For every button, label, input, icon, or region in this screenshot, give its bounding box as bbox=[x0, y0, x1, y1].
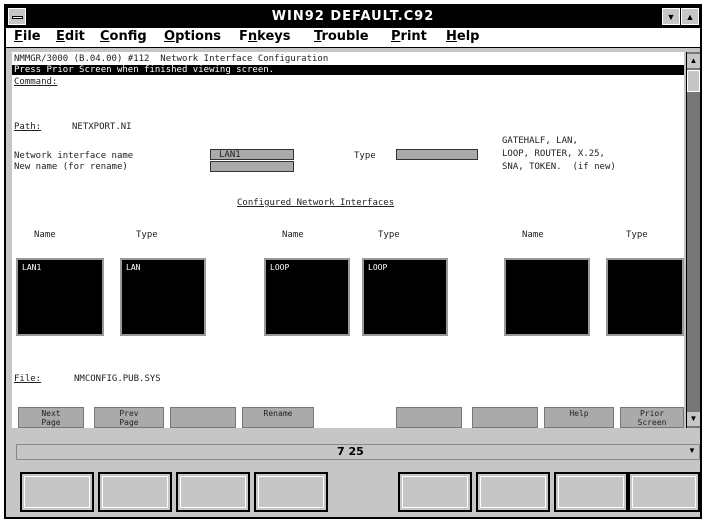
minimize-icon: ▼ bbox=[666, 12, 676, 22]
configured-heading: Configured Network Interfaces bbox=[237, 198, 395, 208]
application-window: WIN92 DEFAULT.C92 ▼ ▲ File Edit Config O… bbox=[4, 4, 702, 519]
file-label: File: bbox=[14, 374, 42, 384]
bottom-key-6[interactable] bbox=[476, 472, 550, 512]
help-key[interactable]: Help bbox=[544, 407, 614, 428]
scroll-thumb[interactable] bbox=[687, 70, 700, 92]
new-name-field[interactable] bbox=[210, 161, 294, 172]
cursor-position: 7 25 bbox=[337, 445, 364, 458]
ni-name-label: Network interface name bbox=[14, 151, 134, 161]
col-type-1: Type bbox=[136, 230, 158, 240]
menu-trouble[interactable]: Trouble bbox=[314, 29, 369, 44]
status-dropdown-icon[interactable]: ▼ bbox=[685, 446, 699, 458]
maximize-button[interactable]: ▲ bbox=[681, 8, 699, 25]
menu-options[interactable]: Options bbox=[164, 29, 221, 44]
bottom-key-5[interactable] bbox=[398, 472, 472, 512]
menu-file[interactable]: File bbox=[14, 29, 41, 44]
bottom-key-2[interactable] bbox=[98, 472, 172, 512]
name-list-1[interactable]: LAN1 bbox=[16, 258, 104, 336]
bottom-key-3[interactable] bbox=[176, 472, 250, 512]
list-item-type-1[interactable]: LAN bbox=[126, 263, 140, 272]
type-list-1[interactable]: LAN bbox=[120, 258, 206, 336]
menu-fnkeys[interactable]: Fnkeys bbox=[239, 29, 290, 44]
prev-page-key[interactable]: Prev Page bbox=[94, 407, 164, 428]
status-bar: 7 25 ▼ bbox=[16, 444, 700, 460]
list-item-name-1[interactable]: LAN1 bbox=[22, 263, 41, 272]
minimize-button[interactable]: ▼ bbox=[662, 8, 680, 25]
bottom-key-4[interactable] bbox=[254, 472, 328, 512]
name-list-2[interactable]: LOOP bbox=[264, 258, 350, 336]
path-value: NETXPORT.NI bbox=[72, 122, 132, 132]
col-name-2: Name bbox=[282, 230, 304, 240]
menu-edit[interactable]: Edit bbox=[56, 29, 85, 44]
col-name-3: Name bbox=[522, 230, 544, 240]
col-name-1: Name bbox=[34, 230, 56, 240]
col-type-3: Type bbox=[626, 230, 648, 240]
prompt-line: Press Prior Screen when finished viewing… bbox=[12, 65, 684, 75]
scroll-up-arrow-icon[interactable]: ▲ bbox=[687, 54, 700, 68]
function-key-3[interactable] bbox=[170, 407, 236, 428]
bottom-key-7[interactable] bbox=[554, 472, 628, 512]
function-key-6[interactable] bbox=[472, 407, 538, 428]
menu-help[interactable]: Help bbox=[446, 29, 479, 44]
vertical-scrollbar[interactable]: ▲ ▼ bbox=[686, 52, 700, 428]
list-item-type-2[interactable]: LOOP bbox=[368, 263, 387, 272]
scroll-down-arrow-icon[interactable]: ▼ bbox=[687, 412, 700, 426]
file-value: NMCONFIG.PUB.SYS bbox=[74, 374, 161, 384]
bottom-key-8[interactable] bbox=[628, 472, 700, 512]
types-hint-2: LOOP, ROUTER, X.25, bbox=[502, 149, 605, 159]
type-label: Type bbox=[354, 151, 376, 161]
col-type-2: Type bbox=[378, 230, 400, 240]
type-list-2[interactable]: LOOP bbox=[362, 258, 448, 336]
path-label: Path: bbox=[14, 122, 42, 132]
rename-key[interactable]: Rename bbox=[242, 407, 314, 428]
type-field[interactable] bbox=[396, 149, 478, 160]
prior-screen-key[interactable]: Prior Screen bbox=[620, 407, 684, 428]
ni-name-field[interactable]: LAN1 bbox=[210, 149, 294, 160]
type-list-3[interactable] bbox=[606, 258, 684, 336]
command-label: Command: bbox=[14, 77, 58, 87]
next-page-key[interactable]: Next Page bbox=[18, 407, 84, 428]
bottom-key-1[interactable] bbox=[20, 472, 94, 512]
types-hint-1: GATEHALF, LAN, bbox=[502, 136, 578, 146]
menu-config[interactable]: Config bbox=[100, 29, 147, 44]
menu-print[interactable]: Print bbox=[391, 29, 427, 44]
types-hint-3: SNA, TOKEN. (if new) bbox=[502, 162, 616, 172]
menu-bar: File Edit Config Options Fnkeys Trouble … bbox=[6, 28, 700, 48]
ni-name-value: LAN1 bbox=[219, 150, 241, 160]
new-name-label: New name (for rename) bbox=[14, 162, 128, 172]
maximize-icon: ▲ bbox=[685, 12, 695, 22]
list-item-name-2[interactable]: LOOP bbox=[270, 263, 289, 272]
screen-header: NMMGR/3000 (B.04.00) #112 Network Interf… bbox=[14, 54, 329, 64]
function-key-5[interactable] bbox=[396, 407, 462, 428]
title-bar[interactable]: WIN92 DEFAULT.C92 ▼ ▲ bbox=[6, 6, 700, 28]
window-title: WIN92 DEFAULT.C92 bbox=[271, 9, 435, 24]
name-list-3[interactable] bbox=[504, 258, 590, 336]
terminal-screen[interactable]: NMMGR/3000 (B.04.00) #112 Network Interf… bbox=[12, 52, 684, 428]
